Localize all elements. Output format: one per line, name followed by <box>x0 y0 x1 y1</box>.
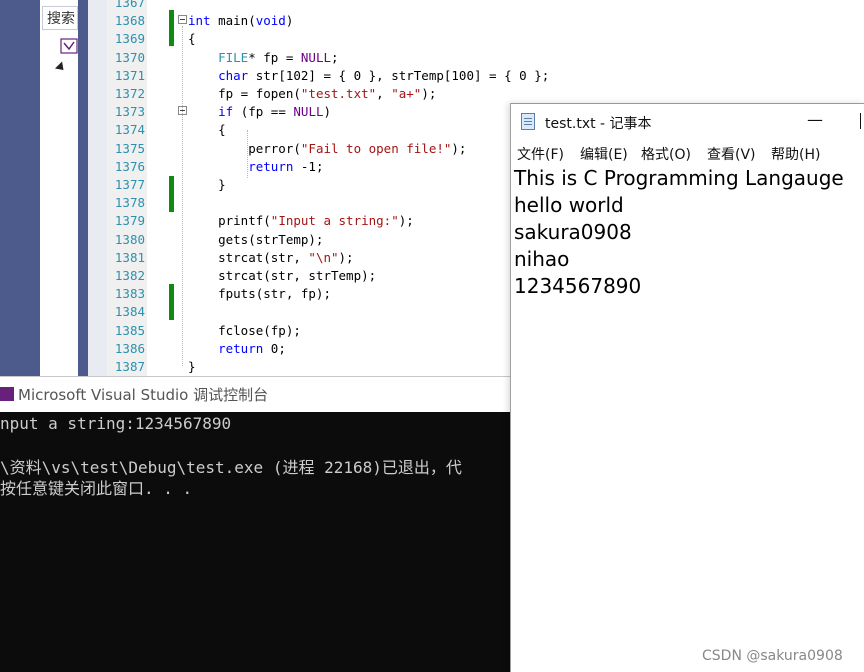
code-text: return 0; <box>218 340 286 356</box>
vs-solution-icon <box>60 38 78 54</box>
code-text: } <box>188 359 196 374</box>
visual-studio-icon <box>0 387 14 401</box>
line-number: 1371 <box>114 67 145 83</box>
code-line: 1371 char str[102] = { 0 }, strTemp[100]… <box>107 67 864 85</box>
notepad-titlebar[interactable]: test.txt - 记事本 — <box>511 103 864 139</box>
watermark: CSDN @sakura0908 <box>702 648 843 664</box>
line-number: 1382 <box>114 268 145 283</box>
code-line: 1372 fp = fopen("test.txt", "a+"); <box>107 85 864 103</box>
search-input[interactable]: 搜索 <box>42 6 78 30</box>
minimize-icon[interactable]: — <box>807 110 823 129</box>
text-line: 1234567890 <box>514 274 642 298</box>
code-text: } <box>188 177 226 192</box>
notepad-window[interactable]: test.txt - 记事本 — 文件(F) 编辑(E) 格式(O) 查看(V)… <box>510 103 864 672</box>
sidebar-divider <box>78 0 88 380</box>
code-text: fclose(fp); <box>188 322 301 338</box>
console-line: nput a string:1234567890 <box>0 414 232 433</box>
menu-edit[interactable]: 编辑(E) <box>580 144 628 164</box>
line-number: 1368 <box>114 13 145 29</box>
line-number: 1367 <box>114 0 145 10</box>
line-number: 1369 <box>114 31 145 47</box>
line-number: 1374 <box>114 122 145 138</box>
line-number: 1379 <box>114 213 145 229</box>
line-number: 1384 <box>114 304 145 320</box>
vs-sidebar: 搜索 <box>0 0 107 380</box>
line-number: 1370 <box>114 49 145 65</box>
code-text: { <box>188 122 226 138</box>
debug-console-window[interactable]: Microsoft Visual Studio 调试控制台 nput a str… <box>0 376 512 672</box>
console-line: 按任意键关闭此窗口. . . <box>0 479 193 498</box>
menu-help[interactable]: 帮助(H) <box>771 144 820 164</box>
sidebar-strip <box>0 0 40 380</box>
line-number: 1376 <box>114 158 145 174</box>
line-number: 1386 <box>114 340 145 356</box>
console-titlebar[interactable]: Microsoft Visual Studio 调试控制台 <box>0 376 512 412</box>
line-number: 1380 <box>114 231 145 247</box>
line-number: 1378 <box>114 195 145 211</box>
code-text: fp = fopen("test.txt", "a+"); <box>188 86 437 101</box>
text-line: hello world <box>514 193 624 217</box>
code-text: char str[102] = { 0 }, strTemp[100] = { … <box>218 67 550 83</box>
solution-explorer-panel <box>40 0 78 380</box>
menu-view[interactable]: 查看(V) <box>707 144 756 164</box>
code-text: return -1; <box>248 158 324 174</box>
code-text: strcat(str, "\n"); <box>188 249 354 265</box>
line-number: 1385 <box>114 322 145 338</box>
line-number: 1381 <box>114 249 145 265</box>
text-line: nihao <box>514 247 570 271</box>
maximize-icon[interactable] <box>860 113 864 129</box>
text-line: This is C Programming Langauge <box>514 166 844 190</box>
code-text: int main(void) <box>188 13 294 29</box>
notepad-icon <box>521 113 535 130</box>
line-number: 1373 <box>114 104 145 120</box>
code-text: { <box>188 31 196 47</box>
code-line: 1367 <box>107 0 864 12</box>
line-number: 1383 <box>114 286 145 302</box>
code-line: 1370 FILE* fp = NULL; <box>107 49 864 67</box>
code-text: perror("Fail to open file!"); <box>188 140 467 156</box>
code-text: printf("Input a string:"); <box>188 213 414 229</box>
console-title: Microsoft Visual Studio 调试控制台 <box>18 386 269 404</box>
code-text: fputs(str, fp); <box>188 286 331 302</box>
line-number: 1375 <box>114 140 145 156</box>
notepad-menubar: 文件(F) 编辑(E) 格式(O) 查看(V) 帮助(H) <box>511 141 864 165</box>
notepad-title: test.txt - 记事本 <box>545 116 652 132</box>
code-line: 1368 int main(void) <box>107 12 864 30</box>
menu-format[interactable]: 格式(O) <box>641 144 691 164</box>
code-line: 1369 { <box>107 30 864 48</box>
code-text: if (fp == NULL) <box>218 104 332 120</box>
text-line: sakura0908 <box>514 220 632 244</box>
code-text: FILE* fp = NULL; <box>218 49 339 65</box>
line-number: 1387 <box>114 359 145 374</box>
notepad-text-area[interactable]: This is C Programming Langauge hello worl… <box>514 165 844 300</box>
code-text: strcat(str, strTemp); <box>188 268 377 283</box>
code-text: gets(strTemp); <box>188 231 324 247</box>
line-number: 1372 <box>114 86 145 101</box>
menu-file[interactable]: 文件(F) <box>517 144 564 164</box>
line-number: 1377 <box>114 177 145 192</box>
